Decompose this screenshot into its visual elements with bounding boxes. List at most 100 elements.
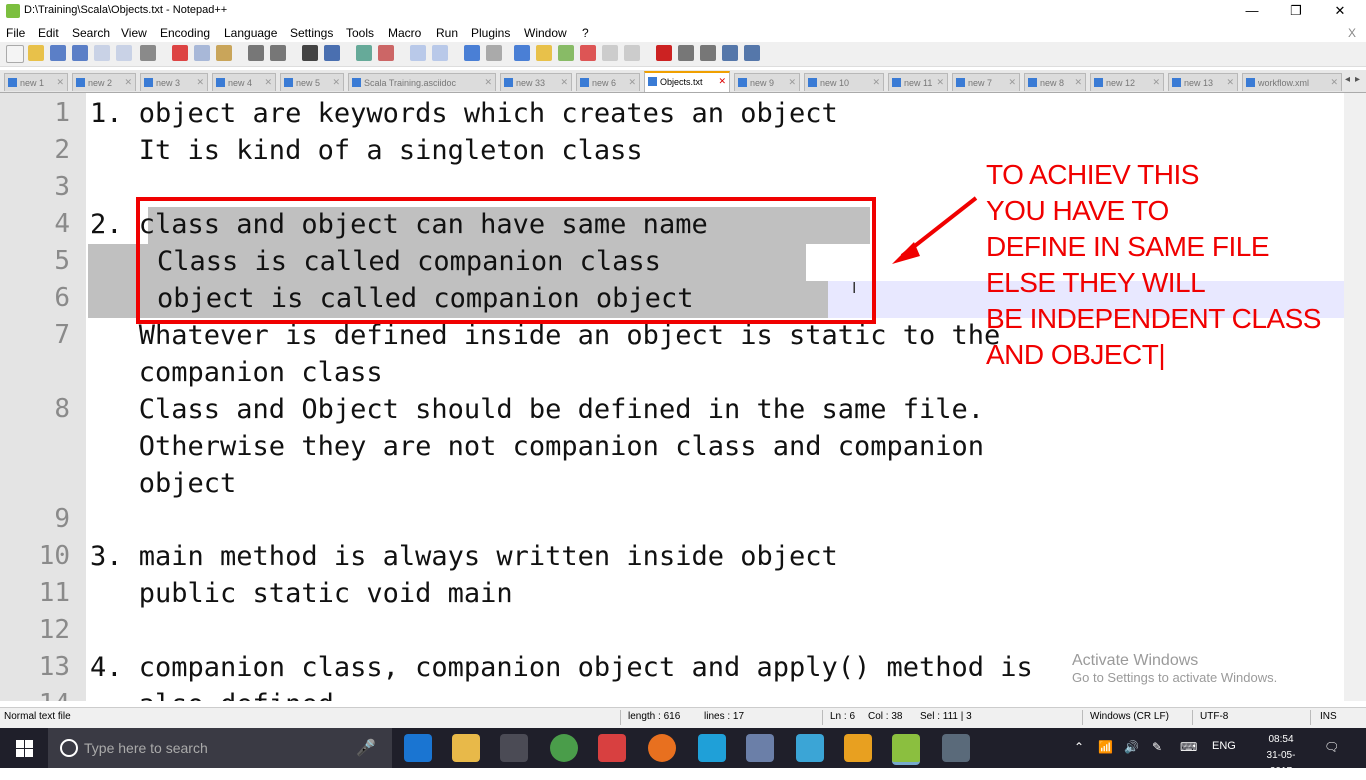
tab-close-icon[interactable]: ✕ [1330,77,1338,88]
tab-close-icon[interactable]: ✕ [872,77,880,88]
zoom-in-icon[interactable] [356,45,372,61]
copy-icon[interactable] [194,45,210,61]
tab-close-icon[interactable]: ✕ [124,77,132,88]
monitoring-icon[interactable] [602,45,618,61]
tab-close-icon[interactable]: ✕ [718,76,726,87]
play-macro-icon[interactable] [700,45,716,61]
folder-workspace-icon[interactable] [580,45,596,61]
tray-expand-icon[interactable]: ⌃ [1074,740,1084,754]
menu-file[interactable]: File [6,26,25,40]
tab-new-33[interactable]: new 33 ✕ [500,73,572,91]
undo-icon[interactable] [248,45,264,61]
tab-scroll-right-icon[interactable]: ▸ [1355,74,1360,85]
clock[interactable]: 08:54 31-05-2017 [1258,732,1304,780]
skype-icon[interactable] [698,734,726,762]
tab-new-10[interactable]: new 10 ✕ [804,73,884,91]
print-icon[interactable] [140,45,156,61]
menu-plugins[interactable]: Plugins [471,26,510,40]
find-icon[interactable] [302,45,318,61]
menu-encoding[interactable]: Encoding [160,26,210,40]
close-all-icon[interactable] [116,45,132,61]
taskbar-search-box[interactable]: Type here to search 🎤 [48,728,392,768]
redo-icon[interactable] [270,45,286,61]
doc-map-icon[interactable] [536,45,552,61]
menu-edit[interactable]: Edit [38,26,59,40]
encoding[interactable]: UTF-8 [1200,711,1228,722]
tab-new-13[interactable]: new 13 ✕ [1168,73,1238,91]
edge-icon[interactable] [404,734,432,762]
menu-language[interactable]: Language [224,26,277,40]
tab-new-5[interactable]: new 5 ✕ [280,73,344,91]
menu-search[interactable]: Search [72,26,110,40]
app-icon[interactable] [796,734,824,762]
run-macro-multiple-icon[interactable] [722,45,738,61]
tab-objects-txt[interactable]: Objects.txt ✕ [644,71,730,92]
tab-new-2[interactable]: new 2 ✕ [72,73,136,91]
tab-new-6[interactable]: new 6 ✕ [576,73,640,91]
tab-close-icon[interactable]: ✕ [56,77,64,88]
tab-new-8[interactable]: new 8 ✕ [1024,73,1086,91]
save-macro-icon[interactable] [744,45,760,61]
tab-workflow-xml[interactable]: workflow.xml ✕ [1242,73,1342,91]
tab-new-1[interactable]: new 1 ✕ [4,73,68,91]
sync-horizontal-icon[interactable] [432,45,448,61]
new-file-icon[interactable] [6,45,24,63]
tab-scala-training[interactable]: Scala Training.asciidoc ✕ [348,73,496,91]
view-icon[interactable] [624,45,640,61]
file-explorer-icon[interactable] [452,734,480,762]
tab-close-icon[interactable]: ✕ [628,77,636,88]
word-wrap-icon[interactable] [464,45,480,61]
replace-icon[interactable] [324,45,340,61]
store-icon[interactable] [500,734,528,762]
menu-tools[interactable]: Tools [346,26,374,40]
close-file-icon[interactable] [94,45,110,61]
notification-icon[interactable]: 🗨 [1324,740,1339,754]
tab-close-icon[interactable]: ✕ [332,77,340,88]
function-list-icon[interactable] [558,45,574,61]
firefox-icon[interactable] [648,734,676,762]
cut-icon[interactable] [172,45,188,61]
paste-icon[interactable] [216,45,232,61]
menu-run[interactable]: Run [436,26,458,40]
tab-new-7[interactable]: new 7 ✕ [952,73,1020,91]
save-icon[interactable] [50,45,66,61]
close-document-icon[interactable]: X [1348,26,1356,40]
app-icon[interactable] [942,734,970,762]
virtualbox-icon[interactable] [746,734,774,762]
restore-button[interactable]: ❐ [1274,0,1318,22]
chrome-icon[interactable] [550,734,578,762]
show-all-chars-icon[interactable] [486,45,502,61]
vertical-scrollbar[interactable] [1344,93,1366,701]
input-language[interactable]: ENG [1212,740,1236,752]
keyboard-icon[interactable]: ⌨ [1180,740,1197,754]
zoom-out-icon[interactable] [378,45,394,61]
windows-start-icon[interactable] [0,728,48,768]
tab-new-9[interactable]: new 9 ✕ [734,73,800,91]
indent-guide-icon[interactable] [514,45,530,61]
sync-vertical-icon[interactable] [410,45,426,61]
app-icon[interactable] [598,734,626,762]
tab-close-icon[interactable]: ✕ [1074,77,1082,88]
tab-scroll-left-icon[interactable]: ◂ [1345,74,1350,85]
tab-close-icon[interactable]: ✕ [936,77,944,88]
tab-close-icon[interactable]: ✕ [560,77,568,88]
tab-new-3[interactable]: new 3 ✕ [140,73,208,91]
tab-close-icon[interactable]: ✕ [788,77,796,88]
tab-close-icon[interactable]: ✕ [1008,77,1016,88]
record-macro-icon[interactable] [656,45,672,61]
tab-new-11[interactable]: new 11 ✕ [888,73,948,91]
tab-close-icon[interactable]: ✕ [1152,77,1160,88]
tab-close-icon[interactable]: ✕ [1226,77,1234,88]
insert-mode[interactable]: INS [1320,711,1337,722]
menu-view[interactable]: View [121,26,147,40]
volume-icon[interactable]: 🔊 [1124,740,1139,754]
tab-new-4[interactable]: new 4 ✕ [212,73,276,91]
save-all-icon[interactable] [72,45,88,61]
microphone-icon[interactable]: 🎤 [356,738,376,758]
pen-icon[interactable]: ✎ [1152,740,1162,754]
tab-close-icon[interactable]: ✕ [264,77,272,88]
notepadpp-taskbar-icon[interactable] [892,734,920,765]
open-file-icon[interactable] [28,45,44,61]
close-button[interactable]: ✕ [1318,0,1362,22]
menu-window[interactable]: Window [524,26,567,40]
